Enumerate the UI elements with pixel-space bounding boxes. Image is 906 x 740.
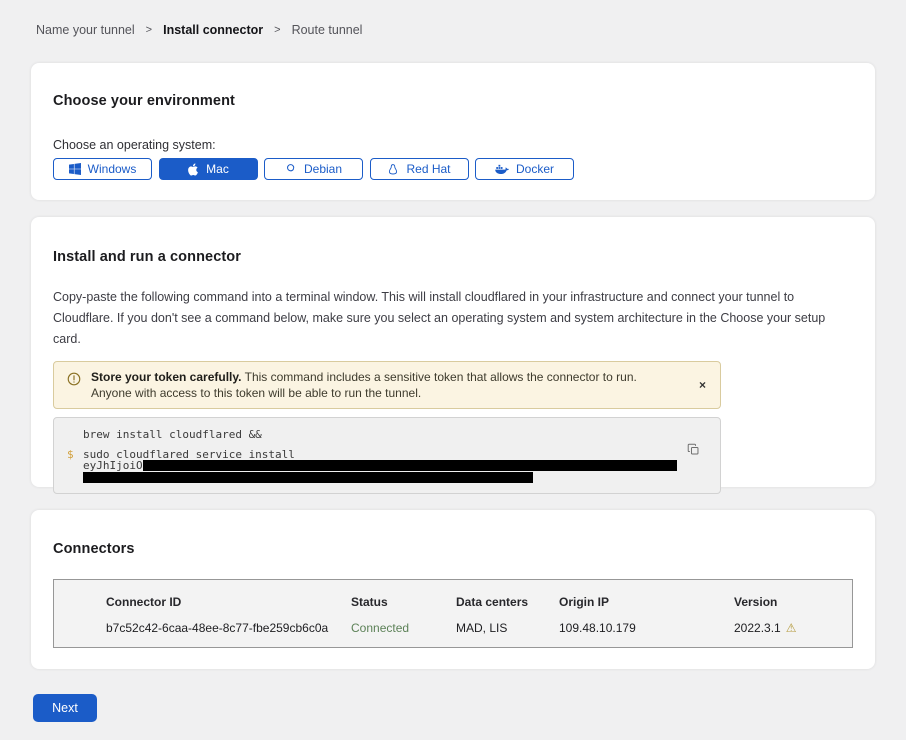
docker-icon [495,164,509,175]
header-connector-id: Connector ID [106,595,351,609]
token-warning-banner: Store your token carefully. This command… [53,361,721,409]
install-card-title: Install and run a connector [53,249,853,265]
table-row: b7c52c42-6caa-48ee-8c77-fbe259cb6c0a Con… [106,621,852,635]
cell-data-centers: MAD, LIS [456,621,559,635]
os-button-label: Mac [206,162,229,176]
os-button-label: Debian [304,162,342,176]
environment-card-title: Choose your environment [53,93,853,109]
alert-circle-icon [67,372,81,391]
version-value: 2022.3.1 [734,621,781,635]
os-button-group: Windows Mac Debian Red Hat [53,158,853,180]
debian-icon [285,163,297,175]
redacted-token-bar [143,460,677,471]
breadcrumb-separator: > [274,24,280,36]
breadcrumb-route-tunnel[interactable]: Route tunnel [292,23,363,37]
redacted-token-bar [83,472,533,483]
install-connector-card: Install and run a connector Copy-paste t… [31,217,875,487]
cell-origin-ip: 109.48.10.179 [559,621,734,635]
cell-version: 2022.3.1 [734,621,852,635]
token-warning-text: Store your token carefully. This command… [91,369,667,401]
header-origin-ip: Origin IP [559,595,734,609]
page: Name your tunnel > Install connector > R… [0,0,906,740]
breadcrumb: Name your tunnel > Install connector > R… [0,0,906,37]
header-version: Version [734,595,852,609]
os-select-label: Choose an operating system: [53,138,853,152]
os-button-label: Red Hat [406,162,450,176]
redhat-icon [387,163,399,176]
os-button-mac[interactable]: Mac [159,158,258,180]
version-warning-icon [786,621,797,635]
connectors-card-title: Connectors [53,541,853,557]
header-data-centers: Data centers [456,595,559,609]
table-header-row: Connector ID Status Data centers Origin … [106,595,852,609]
status-badge: Connected [351,621,456,635]
apple-icon [187,163,199,176]
connectors-card: Connectors Connector ID Status Data cent… [31,510,875,669]
os-button-redhat[interactable]: Red Hat [370,158,469,180]
shell-prompt: $ [67,449,83,461]
os-button-windows[interactable]: Windows [53,158,152,180]
header-status: Status [351,595,456,609]
cell-connector-id: b7c52c42-6caa-48ee-8c77-fbe259cb6c0a [106,621,351,635]
copy-icon[interactable] [687,443,700,459]
code-text: brew install cloudflared && [83,429,262,441]
token-warning-bold: Store your token carefully. [91,370,242,384]
os-button-docker[interactable]: Docker [475,158,574,180]
close-icon[interactable]: × [697,378,708,392]
os-button-label: Windows [88,162,137,176]
breadcrumb-separator: > [146,24,152,36]
breadcrumb-name-your-tunnel[interactable]: Name your tunnel [36,23,135,37]
code-line: eyJhIjoiO [67,460,680,472]
windows-icon [69,163,81,175]
code-line: $sudo cloudflared service install [67,449,680,461]
code-line [67,472,680,483]
install-command-codeblock: brew install cloudflared && $sudo cloudf… [53,417,721,494]
choose-environment-card: Choose your environment Choose an operat… [31,63,875,200]
breadcrumb-install-connector[interactable]: Install connector [163,23,263,37]
os-button-debian[interactable]: Debian [264,158,363,180]
code-line: brew install cloudflared && [67,429,680,441]
next-button[interactable]: Next [33,694,97,722]
token-prefix: eyJhIjoiO [83,460,143,472]
os-button-label: Docker [516,162,554,176]
install-description: Copy-paste the following command into a … [53,287,849,350]
connectors-table: Connector ID Status Data centers Origin … [53,579,853,648]
